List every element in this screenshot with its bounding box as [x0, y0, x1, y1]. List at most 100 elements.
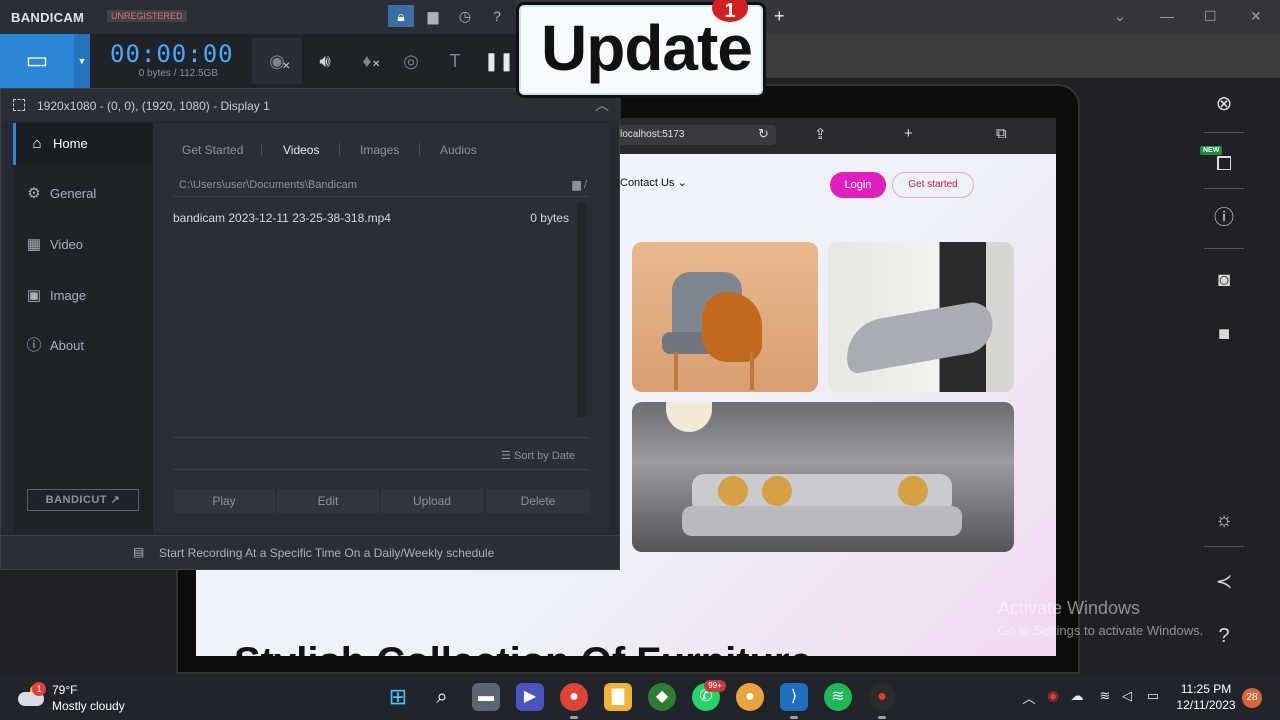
delete-button[interactable]: Delete: [487, 489, 589, 513]
update-label: Update: [541, 12, 753, 84]
video-camera-icon[interactable]: ■: [1210, 320, 1238, 348]
sidebar-item-general[interactable]: ⚙ General: [13, 173, 153, 215]
chevron-up-icon[interactable]: ︿: [1020, 688, 1038, 707]
plus-icon[interactable]: +: [904, 125, 913, 142]
windows-start-icon[interactable]: ⊞: [384, 683, 412, 711]
minimize-button[interactable]: —: [1160, 8, 1174, 24]
share-nodes-icon[interactable]: ≺: [1210, 568, 1238, 596]
open-folder-icon[interactable]: ▆ /: [572, 173, 587, 197]
schedule-tip: Start Recording At a Specific Time On a …: [159, 546, 495, 560]
camera-icon[interactable]: ◙: [1210, 266, 1238, 294]
mongodb-icon[interactable]: ◆: [648, 683, 676, 711]
share-icon[interactable]: ⇪: [814, 125, 827, 143]
login-button[interactable]: Login: [830, 172, 886, 198]
play-button[interactable]: Play: [173, 489, 275, 513]
nav-contact-us[interactable]: Contact Us ⌄: [620, 176, 687, 189]
image-icon: ▣: [26, 287, 42, 304]
extension-sidebar: ⊗ NEW ⧠ ⓘ ◙ ■ ☼ ≺ ?: [1196, 84, 1252, 674]
region-info: 1920x1080 - (0, 0), (1920, 1080) - Displ…: [37, 99, 270, 113]
sidebar-item-about[interactable]: ⓘ About: [13, 325, 153, 367]
devices-icon[interactable]: ⧠: [1210, 150, 1238, 178]
tab-get-started[interactable]: Get Started: [182, 143, 243, 157]
activate-windows-watermark: Activate Windows Go to Settings to activ…: [998, 598, 1204, 638]
bandicam-logo: BANDICAM: [11, 10, 85, 25]
site-hero-heading: Stylish Collection Of Furniture: [234, 640, 812, 656]
output-folder-path[interactable]: C:\Users\user\Documents\Bandicam ▆ /: [173, 173, 589, 197]
tab-images[interactable]: Images: [360, 143, 399, 157]
weather-condition[interactable]: Mostly cloudy: [52, 699, 125, 713]
tab-audios[interactable]: Audios: [440, 143, 477, 157]
record-size: 0 bytes / 112.5GB: [138, 68, 218, 79]
lock-icon[interactable]: 🔒︎: [388, 5, 414, 27]
clock-time[interactable]: 11:25 PM: [1176, 682, 1236, 696]
folder-icon[interactable]: ▇: [604, 683, 632, 711]
bandicut-button[interactable]: BANDICUT ↗: [27, 489, 139, 511]
file-explorer-alt-icon[interactable]: ▬: [472, 683, 500, 711]
bandicam-main-window: 1920x1080 - (0, 0), (1920, 1080) - Displ…: [0, 88, 621, 570]
sidebar-item-video[interactable]: ▦ Video: [13, 224, 153, 266]
file-list-scrollbar[interactable]: [577, 203, 587, 417]
chat-icon: ▤: [133, 545, 145, 559]
device-url-field[interactable]: localhost:5173: [606, 125, 776, 145]
vscode-icon[interactable]: ⟩: [780, 683, 808, 711]
wifi-icon[interactable]: ≋: [1096, 688, 1114, 704]
close-window-button[interactable]: ✕: [1250, 8, 1262, 25]
armchair-photo: [632, 242, 818, 392]
external-link-icon: ↗: [110, 494, 121, 506]
windows-taskbar: 1 79°F Mostly cloudy ⊞ ⌕ ▬ ▶ ● ▇ ◆ ✆ 99+…: [0, 674, 1280, 720]
region-select-icon[interactable]: [13, 99, 25, 111]
sort-by-date-button[interactable]: ☰ Sort by Date: [501, 449, 575, 462]
collapse-chevron-icon[interactable]: ︿: [595, 95, 609, 115]
bandicam-footer[interactable]: ▤ Start Recording At a Specific Time On …: [1, 535, 619, 569]
speaker-icon[interactable]: 🔊︎: [308, 46, 342, 76]
get-started-button[interactable]: Get started: [892, 172, 974, 198]
whatsapp-badge: 99+: [704, 680, 726, 692]
sidebar-item-image[interactable]: ▣ Image: [13, 275, 153, 317]
help-icon[interactable]: ?: [484, 5, 510, 27]
microphone-button[interactable]: ♦ ✕: [350, 46, 384, 76]
clock-date[interactable]: 12/11/2023: [1170, 698, 1242, 712]
info-icon: ⓘ: [26, 337, 42, 354]
folder-icon[interactable]: ▆: [420, 5, 446, 27]
weather-temp[interactable]: 79°F: [52, 683, 77, 697]
search-icon[interactable]: ⌕: [428, 683, 456, 711]
text-overlay-icon[interactable]: T: [438, 46, 472, 76]
sidebar-item-home[interactable]: ⌂ Home: [13, 123, 153, 165]
tab-videos[interactable]: Videos: [283, 143, 319, 157]
chevron-down-icon[interactable]: ⌄: [1114, 8, 1126, 25]
edit-button[interactable]: Edit: [277, 489, 379, 513]
new-tab-button[interactable]: +: [774, 6, 785, 27]
spotify-icon[interactable]: ≋: [824, 683, 852, 711]
notification-badge[interactable]: 28: [1242, 688, 1262, 708]
pause-button[interactable]: ❚❚: [482, 46, 516, 76]
teams-icon[interactable]: ▶: [516, 683, 544, 711]
reload-icon[interactable]: ↻: [758, 126, 769, 142]
microphone-icon: ♦: [362, 51, 372, 71]
tabs-icon[interactable]: ⧉: [996, 125, 1007, 142]
list-item[interactable]: bandicam 2023-12-11 23-25-38-318.mp4 0 b…: [173, 211, 569, 225]
bandicam-record-icon[interactable]: ●: [868, 683, 896, 711]
cloud-icon[interactable]: ☁: [1068, 688, 1086, 704]
webcam-toggle-button[interactable]: ◉ ✕: [252, 38, 302, 84]
chrome-icon[interactable]: ●: [560, 683, 588, 711]
screen-record-mode-button[interactable]: ▭: [0, 34, 74, 88]
film-icon: ▦: [26, 236, 42, 253]
maximize-button[interactable]: ☐: [1204, 8, 1217, 25]
bandicam-titlebar: BANDICAM UNREGISTERED 🔒︎ ▆ ◷ ?: [0, 0, 516, 34]
volume-icon[interactable]: ◁: [1118, 688, 1136, 704]
battery-icon[interactable]: ▭: [1144, 688, 1162, 704]
clock-icon[interactable]: ◷: [452, 5, 478, 27]
mode-dropdown-button[interactable]: ▼: [74, 34, 90, 88]
help-icon[interactable]: ?: [1210, 622, 1238, 650]
record-tray-icon[interactable]: ◉: [1044, 688, 1062, 704]
list-icon: ☰: [501, 450, 511, 462]
chrome-canary-icon[interactable]: ●: [736, 683, 764, 711]
info-icon[interactable]: ⓘ: [1210, 204, 1238, 232]
mouse-effects-icon[interactable]: ◎: [394, 46, 428, 76]
record-timer: 00:00:00: [110, 40, 234, 68]
upload-button[interactable]: Upload: [381, 489, 483, 513]
sofa-photo: [632, 402, 1014, 552]
brightness-icon[interactable]: ☼: [1210, 506, 1238, 534]
bandicam-sidebar: ⌂ Home ⚙ General ▦ Video ▣ Image ⓘ About…: [13, 123, 153, 533]
close-circle-icon[interactable]: ⊗: [1210, 90, 1238, 118]
